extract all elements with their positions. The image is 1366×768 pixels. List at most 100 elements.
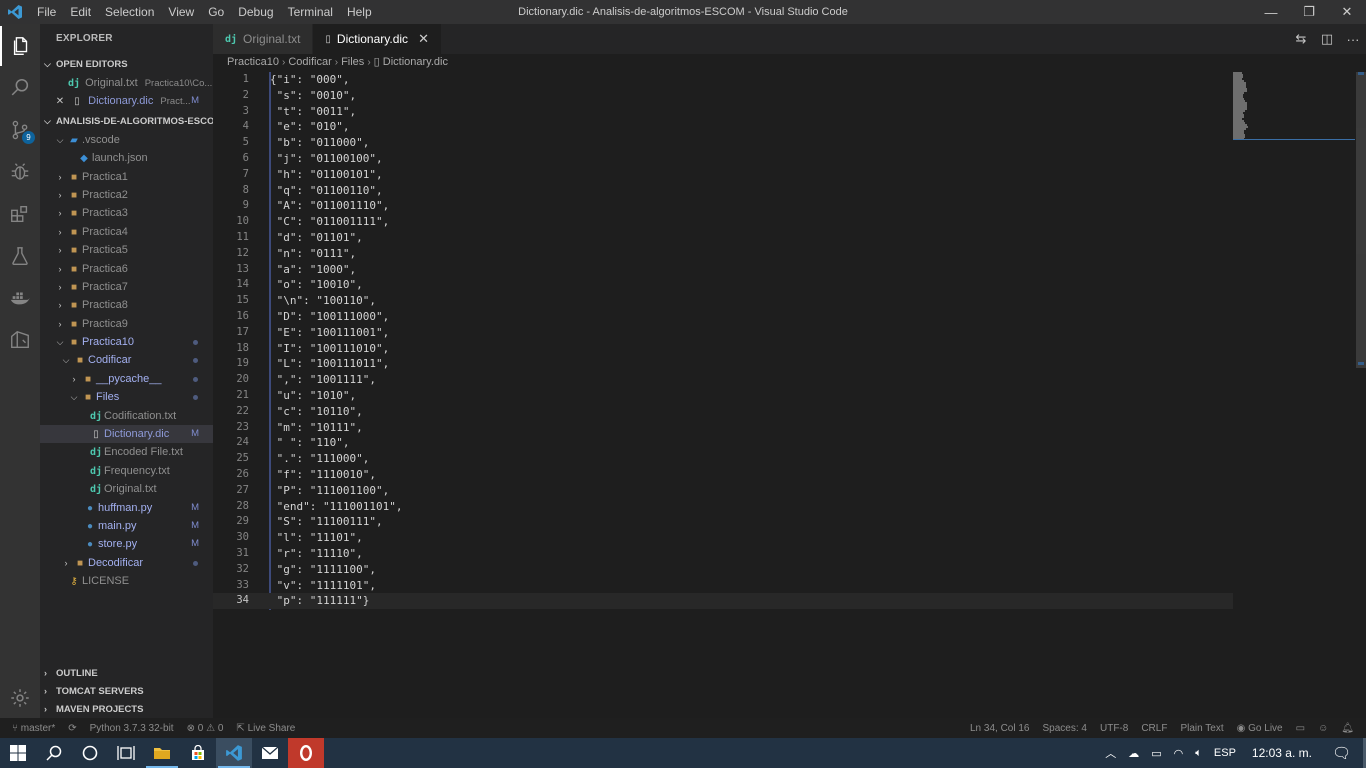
cortana-icon[interactable] [72, 738, 108, 768]
code-line[interactable]: 18 "I": "100111010", [213, 341, 1366, 357]
tree-file[interactable]: ● huffman.py M [40, 499, 213, 517]
code-line[interactable]: 34 "p": "111111"} [213, 593, 1233, 610]
close-window-button[interactable]: ✕ [1328, 0, 1366, 24]
code-line[interactable]: 3 "t": "0011", [213, 104, 1366, 120]
tree-folder[interactable]: › ■ Practica2 [40, 186, 213, 204]
code-line[interactable]: 11 "d": "01101", [213, 230, 1366, 246]
close-icon[interactable]: ✕ [54, 93, 66, 110]
terminal-icon[interactable]: ▭ [1296, 723, 1305, 734]
code-line[interactable]: 7 "h": "01100101", [213, 167, 1366, 183]
feedback-icon[interactable]: ☺ [1318, 723, 1328, 734]
tab-original-txt[interactable]: dj Original.txt [213, 24, 314, 54]
gear-icon[interactable] [0, 678, 40, 718]
tree-file[interactable]: dj Original.txt [40, 480, 213, 498]
code-line[interactable]: 15 "\n": "100110", [213, 293, 1366, 309]
breadcrumb-item[interactable]: Dictionary.dic [383, 56, 448, 68]
source-control-icon[interactable]: 9 [0, 110, 40, 150]
tree-folder[interactable]: › ■ Practica5 [40, 241, 213, 259]
wifi-icon[interactable]: ◠ [1174, 747, 1184, 760]
onedrive-icon[interactable]: ☁ [1128, 747, 1139, 760]
vscode-taskbar-icon[interactable] [216, 738, 252, 768]
tomcat-header[interactable]: › TOMCAT SERVERS [40, 682, 213, 700]
tree-folder[interactable]: ⌵ ■ Files [40, 388, 213, 406]
volume-icon[interactable]: 🔈︎ [1195, 747, 1202, 760]
store-icon[interactable] [180, 738, 216, 768]
tree-folder[interactable]: › ■ Practica1 [40, 168, 213, 186]
clock[interactable]: 12:03 a. m. [1252, 746, 1312, 760]
code-line[interactable]: 28 "end": "111001101", [213, 499, 1366, 515]
mail-icon[interactable] [252, 738, 288, 768]
code-line[interactable]: 14 "o": "10010", [213, 277, 1366, 293]
go-live[interactable]: ◉ Go Live [1237, 723, 1283, 734]
code-line[interactable]: 32 "g": "1111100", [213, 562, 1366, 578]
python-interpreter[interactable]: Python 3.7.3 32-bit [90, 723, 174, 734]
indentation[interactable]: Spaces: 4 [1043, 723, 1087, 734]
docker-icon[interactable] [0, 278, 40, 318]
code-line[interactable]: 8 "q": "01100110", [213, 183, 1366, 199]
more-actions-icon[interactable]: ··· [1340, 32, 1366, 47]
code-line[interactable]: 20 ",": "1001111", [213, 372, 1366, 388]
maven-header[interactable]: › MAVEN PROJECTS [40, 700, 213, 718]
tree-file[interactable]: dj Frequency.txt [40, 462, 213, 480]
vertical-scrollbar[interactable] [1356, 72, 1366, 368]
code-line[interactable]: 23 "m": "10111", [213, 420, 1366, 436]
menu-go[interactable]: Go [201, 0, 231, 24]
code-line[interactable]: 25 ".": "111000", [213, 451, 1366, 467]
code-line[interactable]: 27 "P": "111001100", [213, 483, 1366, 499]
file-explorer-icon[interactable] [144, 738, 180, 768]
code-line[interactable]: 4 "e": "010", [213, 119, 1366, 135]
code-line[interactable]: 6 "j": "01100100", [213, 151, 1366, 167]
tree-file[interactable]: ● main.py M [40, 517, 213, 535]
tree-file[interactable]: dj Encoded File.txt [40, 443, 213, 461]
breadcrumb-item[interactable]: Practica10 [227, 56, 279, 68]
language-mode[interactable]: Plain Text [1180, 723, 1223, 734]
code-line[interactable]: 19 "L": "100111011", [213, 356, 1366, 372]
menu-terminal[interactable]: Terminal [281, 0, 340, 24]
language-indicator[interactable]: ESP [1214, 747, 1236, 759]
open-editors-header[interactable]: ⌵ OPEN EDITORS [40, 54, 213, 74]
code-line[interactable]: 29 "S": "11100111", [213, 514, 1366, 530]
menu-debug[interactable]: Debug [231, 0, 280, 24]
problems-status[interactable]: ⊗ 0 ⚠ 0 [187, 723, 224, 734]
tree-folder[interactable]: ⌵ ▰ .vscode [40, 131, 213, 149]
menu-file[interactable]: File [30, 0, 63, 24]
explorer-icon[interactable] [0, 26, 40, 66]
tree-folder[interactable]: › ■ Practica6 [40, 260, 213, 278]
tree-file[interactable]: ● store.py M [40, 535, 213, 553]
split-editor-icon[interactable]: ◫ [1314, 31, 1340, 47]
code-line[interactable]: 10 "C": "011001111", [213, 214, 1366, 230]
tree-folder[interactable]: › ■ Decodificar [40, 554, 213, 572]
live-share-status[interactable]: ⇱ Live Share [236, 723, 295, 734]
branch-status[interactable]: ⑂ master* [12, 723, 55, 734]
breadcrumb-item[interactable]: Codificar [288, 56, 331, 68]
menu-help[interactable]: Help [340, 0, 379, 24]
windows-start-icon[interactable] [0, 738, 36, 768]
code-editor[interactable]: 1 {"i": "000", 2 "s": "0010", 3 "t": "0011"… [213, 72, 1366, 632]
code-line[interactable]: 24 " ": "110", [213, 435, 1366, 451]
search-icon[interactable] [0, 68, 40, 108]
task-view-icon[interactable] [108, 738, 144, 768]
menu-view[interactable]: View [161, 0, 201, 24]
tree-file-selected[interactable]: ▯ Dictionary.dic M [40, 425, 213, 444]
tree-folder[interactable]: › ■ Practica8 [40, 296, 213, 314]
debug-icon[interactable] [0, 152, 40, 192]
code-line[interactable]: 21 "u": "1010", [213, 388, 1366, 404]
code-line[interactable]: 33 "v": "1111101", [213, 578, 1366, 594]
code-line[interactable]: 26 "f": "1110010", [213, 467, 1366, 483]
notifications-icon[interactable]: 🗨︎ [1332, 744, 1351, 762]
tree-folder[interactable]: › ■ Practica9 [40, 315, 213, 333]
menu-selection[interactable]: Selection [98, 0, 161, 24]
code-line[interactable]: 31 "r": "11110", [213, 546, 1366, 562]
battery-icon[interactable]: ▭ [1151, 747, 1161, 760]
open-editor-item[interactable]: dj Original.txt Practica10\Co... [40, 74, 213, 92]
breadcrumb-item[interactable]: Files [341, 56, 364, 68]
tree-file[interactable]: dj Codification.txt [40, 407, 213, 425]
remote-icon[interactable] [0, 320, 40, 360]
code-line[interactable]: 22 "c": "10110", [213, 404, 1366, 420]
code-line[interactable]: 1 {"i": "000", [213, 72, 1366, 88]
compare-changes-icon[interactable]: ⇆ [1288, 31, 1314, 47]
test-icon[interactable] [0, 236, 40, 276]
tree-folder[interactable]: › ■ Practica7 [40, 278, 213, 296]
minimap-slider[interactable] [1233, 72, 1355, 140]
opera-icon[interactable] [288, 738, 324, 768]
